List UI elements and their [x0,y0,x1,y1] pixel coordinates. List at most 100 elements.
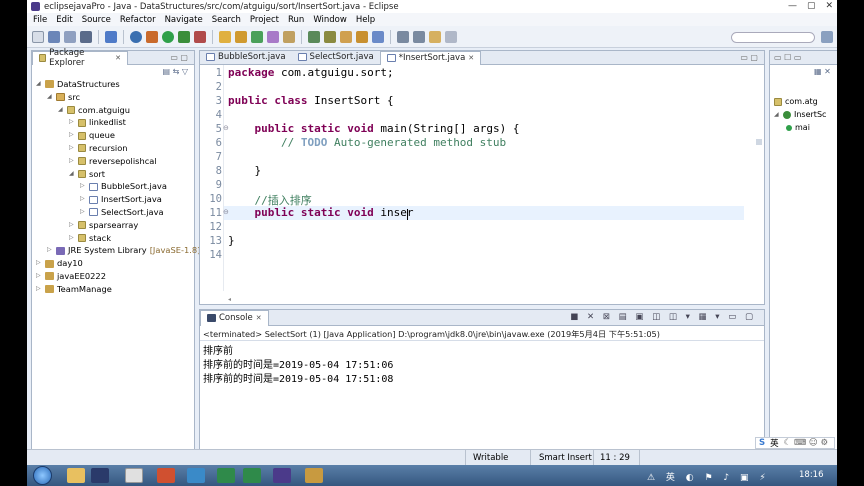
taskbar-tool-icon[interactable] [305,468,323,483]
tree-item[interactable]: ◢ com.atguigu [58,104,130,117]
ime-language[interactable]: 英 [770,437,779,449]
tree-item[interactable]: ◢ sort [69,168,105,181]
save-all-icon[interactable] [64,30,76,43]
code-line[interactable]: public class InsertSort { [228,94,394,107]
menu-window[interactable]: Window [313,15,347,25]
tab-console[interactable]: Console ✕ [200,310,269,326]
tree-item[interactable]: ▷ SelectSort.java [80,206,164,219]
code-area[interactable]: 1 package com.atguigu.sort; 2 3 public class… [200,65,764,291]
tree-item[interactable]: ▷ linkedlist [69,116,126,129]
code-line[interactable]: public static void main(String[] args) { [228,122,520,135]
collapsed-arrow-icon[interactable]: ▷ [69,232,75,245]
editor-minimize-maximize-icon[interactable]: ▭ ▢ [740,53,758,62]
ime-settings-icon[interactable]: ☾ ⌨ ☺ ⚙ [784,438,828,448]
outline-toolbar-icon[interactable]: ▦ ✕ [814,67,831,76]
horizontal-scrollbar[interactable]: ◂ [228,296,748,303]
code-line[interactable]: package com.atguigu.sort; [228,66,394,79]
menu-run[interactable]: Run [288,15,304,25]
collapsed-arrow-icon[interactable]: ▷ [80,193,86,206]
perspective-java-icon[interactable] [821,31,833,43]
taskbar-media-icon[interactable] [91,468,109,483]
system-tray-icons[interactable]: ⚠ 英 ◐ ⚑ ♪ ▣ ⚡ [647,470,770,483]
tree-item[interactable]: ▷ TeamManage [36,283,112,296]
save-icon[interactable] [48,30,60,43]
maximize-button[interactable]: ▢ [807,1,816,11]
close-icon[interactable]: ✕ [115,54,121,62]
outline-window-icon[interactable]: ▭ ☐ ▭ [774,53,801,62]
skip-breakpoints-icon[interactable] [130,30,142,43]
taskbar-excel-icon[interactable] [243,468,261,483]
expanded-arrow-icon[interactable]: ◢ [69,168,75,181]
taskbar-eclipse-icon[interactable] [273,468,291,483]
tree-item[interactable]: ▷ reversepolishcal [69,155,157,168]
new-package-icon[interactable] [235,30,247,43]
collapsed-arrow-icon[interactable]: ▷ [69,142,75,155]
terminal-icon[interactable] [105,30,117,43]
menu-search[interactable]: Search [212,15,241,25]
tree-item[interactable]: ▷ day10 [36,257,83,270]
overview-ruler-marker[interactable] [756,139,762,145]
close-icon[interactable]: ✕ [256,314,262,322]
close-icon[interactable]: ✕ [468,54,474,62]
fold-toggle-icon[interactable]: ⊖ [223,208,229,216]
ime-toolbar[interactable]: S 英 ☾ ⌨ ☺ ⚙ [755,437,835,449]
external-tools-icon[interactable] [194,30,206,43]
back-arrow-icon[interactable] [429,30,441,43]
tree-item[interactable]: ▷ stack [69,232,111,245]
taskbar-word-icon[interactable] [217,468,235,483]
new-class-icon[interactable] [251,30,263,43]
collapsed-arrow-icon[interactable]: ▷ [69,219,75,232]
tree-item[interactable]: ◢ src [47,91,80,104]
tree-item[interactable]: ▷ BubbleSort.java [80,180,167,193]
menu-edit[interactable]: Edit [56,15,72,25]
tree-item[interactable]: ▷ sparsearray [69,219,138,232]
tree-item[interactable]: ▷ recursion [69,142,128,155]
expanded-arrow-icon[interactable]: ◢ [36,78,42,91]
menu-help[interactable]: Help [356,15,375,25]
expanded-arrow-icon[interactable]: ◢ [47,91,53,104]
code-line[interactable]: } [228,234,235,247]
print-icon[interactable] [80,30,92,43]
tree-item[interactable]: ▷ queue [69,129,115,142]
tree-item[interactable]: ▷ InsertSort.java [80,193,162,206]
collapsed-arrow-icon[interactable]: ▷ [36,257,42,270]
minimize-button[interactable]: — [788,1,797,11]
taskbar-powerpoint-icon[interactable] [157,468,175,483]
tree-item[interactable]: ▷ javaEE0222 [36,270,106,283]
collapsed-arrow-icon[interactable]: ▷ [80,180,86,193]
tree-item[interactable]: ▷ JRE System Library [JavaSE-1.8] [47,244,200,257]
collapsed-arrow-icon[interactable]: ▷ [36,270,42,283]
menu-file[interactable]: File [33,15,47,25]
expanded-arrow-icon[interactable]: ◢ [58,104,64,117]
close-button[interactable]: ✕ [825,1,833,11]
forward-arrow-icon[interactable] [445,30,457,43]
tab-insertsort[interactable]: *InsertSort.java ✕ [379,51,482,65]
code-line[interactable]: } [228,164,261,177]
collapsed-arrow-icon[interactable]: ▷ [80,206,86,219]
menu-navigate[interactable]: Navigate [165,15,203,25]
show-whitespace-icon[interactable] [372,30,384,43]
fold-toggle-icon[interactable]: ⊖ [223,124,229,132]
collapsed-arrow-icon[interactable]: ▷ [69,116,75,129]
collapsed-arrow-icon[interactable]: ▷ [69,155,75,168]
block-selection-icon[interactable] [356,30,368,43]
console-toolbar-icons[interactable]: ■ ✕ ⊠ ▤ ▣ ◫ ◫ ▾ ▦ ▾ ▭ ▢ [570,312,756,322]
new-file-icon[interactable] [32,30,44,43]
code-line[interactable]: public static void inser [228,206,414,219]
menu-source[interactable]: Source [82,15,111,25]
taskbar-explorer-icon[interactable] [67,468,85,483]
new-java-project-icon[interactable] [219,30,231,43]
menu-project[interactable]: Project [250,15,279,25]
search-icon[interactable] [283,30,295,43]
taskbar-chrome-icon[interactable] [125,468,143,483]
outline-item-class[interactable]: ◢ InsertSc [774,110,826,119]
code-line[interactable]: // TODO Auto-generated method stub [228,136,506,149]
toggle-mark-icon[interactable] [308,30,320,43]
collapsed-arrow-icon[interactable]: ▷ [47,244,53,257]
run-icon[interactable] [162,30,174,43]
menu-refactor[interactable]: Refactor [120,15,156,25]
open-type-icon[interactable] [267,30,279,43]
coverage-icon[interactable] [178,30,190,43]
tab-package-explorer[interactable]: Package Explorer ✕ [32,48,128,68]
taskbar-clock[interactable]: 18:16 [799,470,824,480]
